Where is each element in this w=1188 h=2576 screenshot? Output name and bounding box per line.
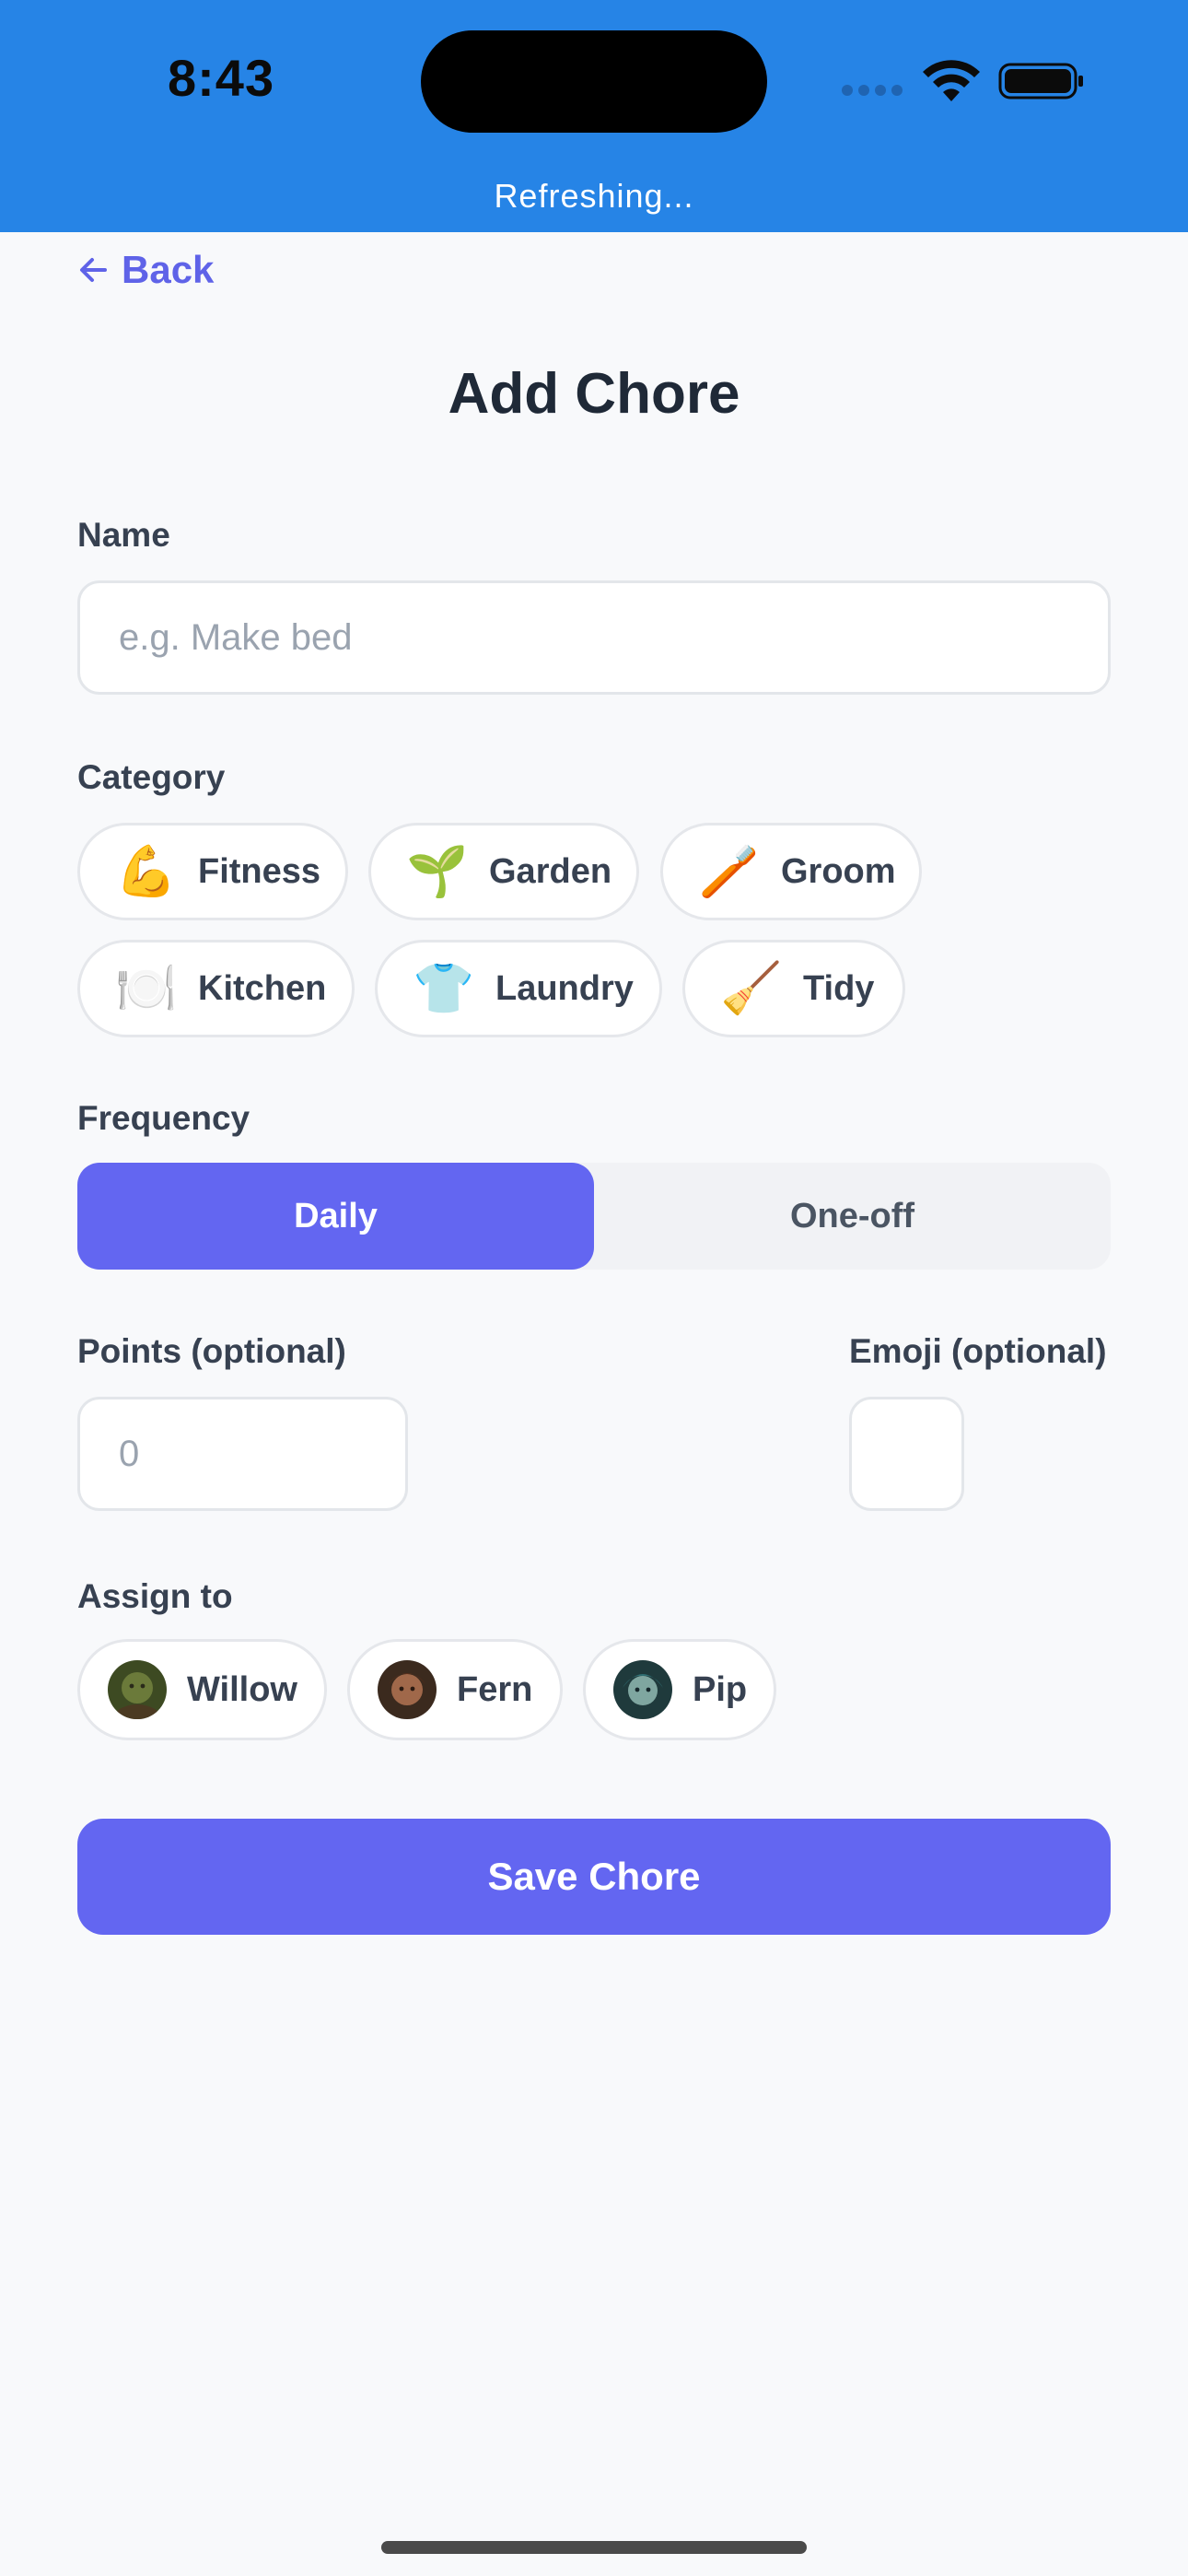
arrow-left-icon xyxy=(80,258,107,282)
wifi-icon xyxy=(923,60,980,101)
name-input[interactable] xyxy=(77,580,1111,695)
category-chip-label: Tidy xyxy=(803,968,875,1008)
category-chip-label: Garden xyxy=(489,851,612,891)
emoji-label: Emoji (optional) xyxy=(849,1332,1107,1370)
back-label: Back xyxy=(122,248,215,291)
assign-chip-label: Fern xyxy=(457,1669,533,1709)
assign-label: Assign to xyxy=(77,1577,233,1615)
cellular-signal-icon xyxy=(842,85,906,98)
frequency-option-one-off[interactable]: One-off xyxy=(594,1163,1111,1270)
seedling-icon: 🌱 xyxy=(406,843,469,899)
emoji-input[interactable] xyxy=(849,1397,964,1511)
avatar xyxy=(108,1660,167,1719)
toothbrush-icon: 🪥 xyxy=(698,843,761,899)
assign-chip-pip[interactable]: Pip xyxy=(583,1639,776,1740)
refreshing-indicator: Refreshing... xyxy=(494,177,694,215)
assign-chip-fern[interactable]: Fern xyxy=(347,1639,563,1740)
back-button[interactable]: Back xyxy=(77,247,214,293)
assign-chip-willow[interactable]: Willow xyxy=(77,1639,327,1740)
avatar xyxy=(378,1660,437,1719)
points-input[interactable] xyxy=(77,1397,408,1511)
page-title: Add Chore xyxy=(448,362,740,426)
frequency-segmented-control: Daily One-off xyxy=(77,1163,1111,1270)
category-chip-fitness[interactable]: 💪 Fitness xyxy=(77,823,348,920)
flexed-biceps-icon: 💪 xyxy=(115,843,178,899)
status-bar: 8:43 Refreshing... xyxy=(0,0,1188,232)
assign-chip-label: Pip xyxy=(693,1669,748,1709)
points-label: Points (optional) xyxy=(77,1332,346,1370)
frequency-option-daily[interactable]: Daily xyxy=(77,1163,594,1270)
plate-cutlery-icon: 🍽️ xyxy=(115,960,178,1016)
tshirt-icon: 👕 xyxy=(413,960,475,1016)
frequency-label: Frequency xyxy=(77,1099,250,1137)
category-chip-tidy[interactable]: 🧹 Tidy xyxy=(682,940,905,1037)
battery-icon xyxy=(998,63,1083,100)
add-chore-screen: 8:43 Refreshing... Back Add Chore Name C… xyxy=(0,0,1188,2576)
category-label: Category xyxy=(77,758,226,796)
category-chip-label: Groom xyxy=(781,851,896,891)
category-chip-groom[interactable]: 🪥 Groom xyxy=(660,823,922,920)
home-indicator xyxy=(381,2541,807,2554)
category-chip-garden[interactable]: 🌱 Garden xyxy=(368,823,639,920)
category-chip-label: Fitness xyxy=(198,851,321,891)
name-label: Name xyxy=(77,516,170,554)
avatar xyxy=(613,1660,672,1719)
category-chip-label: Laundry xyxy=(495,968,634,1008)
save-chore-button[interactable]: Save Chore xyxy=(77,1819,1111,1935)
category-chip-label: Kitchen xyxy=(198,968,327,1008)
category-chip-kitchen[interactable]: 🍽️ Kitchen xyxy=(77,940,355,1037)
category-chip-laundry[interactable]: 👕 Laundry xyxy=(375,940,662,1037)
assign-chip-label: Willow xyxy=(187,1669,297,1709)
dynamic-island xyxy=(421,30,767,133)
broom-icon: 🧹 xyxy=(720,960,783,1016)
status-time: 8:43 xyxy=(168,49,275,107)
